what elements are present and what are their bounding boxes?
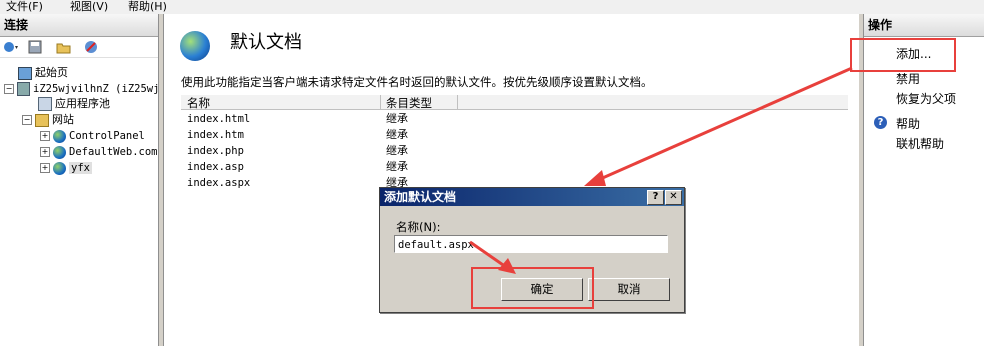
menu-help[interactable]: 帮助(H) [128,0,167,14]
tree-site-yfx[interactable]: + yfx [40,160,92,176]
save-icon[interactable] [28,40,42,54]
tree-site-defaultweb[interactable]: + DefaultWeb.com [40,144,158,160]
name-input[interactable]: default.aspx [394,235,668,253]
collapse-icon[interactable]: − [22,115,32,125]
menu-view[interactable]: 视图(V) [70,0,108,14]
globe-icon [53,129,66,143]
row-name: index.htm [187,129,244,141]
tree-app-pools-label: 应用程序池 [55,97,110,110]
help-action[interactable]: 帮助 [896,115,920,132]
page-title: 默认文档 [230,32,302,53]
expand-icon[interactable]: + [40,131,50,141]
expand-icon[interactable]: + [40,147,50,157]
disable-action[interactable]: 禁用 [896,70,920,87]
row-name: index.html [187,113,251,125]
annotation-box-add [850,38,956,72]
collapse-icon[interactable]: − [4,84,14,94]
tree-site-controlpanel[interactable]: + ControlPanel [40,128,145,144]
tree-start-label: 起始页 [35,66,68,79]
tree-site-label: ControlPanel [69,130,145,142]
row-type: 继承 [386,144,408,157]
tree-server[interactable]: − iZ25wjvilhnZ (iZ25wj [4,81,159,97]
folder-icon [35,113,49,127]
row-name: index.php [187,145,244,157]
disconnect-icon[interactable] [84,40,98,54]
start-page-icon [18,66,32,80]
table-row[interactable]: index.html 继承 [181,111,848,127]
globe-icon [53,145,66,159]
actions-title: 操作 [864,14,984,37]
column-divider [457,95,458,109]
tree-sites[interactable]: − 网站 [22,112,74,128]
help-button[interactable]: ? [647,190,664,205]
server-icon [17,82,30,96]
tree-server-label: iZ25wjvilhnZ (iZ25wj [33,83,160,95]
tree-sites-label: 网站 [52,113,74,126]
tree-start-page[interactable]: 起始页 [18,65,68,81]
connections-title: 连接 [0,14,158,37]
folder-icon[interactable] [56,40,71,54]
default-document-icon [180,31,210,61]
cancel-button[interactable]: 取消 [588,278,670,301]
app-pool-icon [38,97,52,111]
row-type: 继承 [386,160,408,173]
column-name[interactable]: 名称 [187,95,210,111]
connections-toolbar [0,37,158,58]
column-type[interactable]: 条目类型 [386,95,432,111]
connect-icon[interactable] [3,40,18,54]
revert-action[interactable]: 恢复为父项 [896,90,956,107]
list-header: 名称 条目类型 [181,95,848,110]
tree-site-label: yfx [69,162,92,174]
tree-site-label: DefaultWeb.com [69,146,158,158]
online-help-action[interactable]: 联机帮助 [896,135,944,152]
page-description: 使用此功能指定当客户端未请求特定文件名时返回的默认文件。按优先级顺序设置默认文档… [181,75,653,89]
table-row[interactable]: index.asp 继承 [181,159,848,175]
row-type: 继承 [386,112,408,125]
dialog-title: 添加默认文档 [384,190,457,204]
row-name: index.aspx [187,177,251,189]
tree-app-pools[interactable]: 应用程序池 [38,96,110,112]
annotation-box-ok [471,267,594,309]
menu-file[interactable]: 文件(F) [6,0,43,14]
column-divider [380,95,381,109]
table-row[interactable]: index.php 继承 [181,143,848,159]
row-name: index.asp [187,161,244,173]
expand-icon[interactable]: + [40,163,50,173]
name-label: 名称(N): [396,220,441,234]
close-button[interactable]: ✕ [665,190,682,205]
table-row[interactable]: index.htm 继承 [181,127,848,143]
row-type: 继承 [386,128,408,141]
help-icon: ? [874,116,887,129]
globe-icon [53,161,66,175]
menu-bar: 文件(F) 视图(V) 帮助(H) [0,0,984,14]
dialog-title-bar[interactable]: 添加默认文档 ? ✕ [380,188,684,206]
connections-pane: 连接 起始页 − iZ25wjvilhnZ (iZ25wj 应用程序池 − 网站 +… [0,14,159,346]
